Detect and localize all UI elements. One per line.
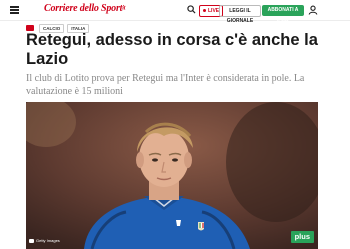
user-account-icon[interactable] (308, 5, 318, 15)
player-photo (26, 102, 318, 249)
article-hero-image[interactable]: Getty Images plus (26, 102, 318, 249)
site-logo[interactable]: Corriere dello Sportit (44, 3, 125, 14)
image-credit-text: Getty Images (36, 238, 60, 243)
read-newspaper-button[interactable]: LEGGI IL GIORNALE (219, 5, 261, 24)
logo-text: Corriere dello Sport (44, 3, 123, 14)
live-label: LIVE (208, 8, 220, 14)
plus-badge[interactable]: plus (290, 231, 314, 243)
search-icon[interactable] (187, 5, 196, 14)
image-credit: Getty Images (29, 238, 60, 243)
hamburger-menu-icon[interactable] (10, 6, 19, 14)
subscribe-button[interactable]: ABBONATI A 0,99€ (262, 5, 304, 24)
article-subtitle: Il club di Lotito prova per Retegui ma l… (26, 73, 305, 97)
top-navigation-bar: Corriere dello Sportit LIVE LEGGI IL GIO… (0, 0, 350, 24)
camera-icon (29, 238, 34, 243)
article-title: Retegui, adesso in corsa c'è anche la La… (26, 31, 318, 68)
live-dot-icon (203, 9, 206, 13)
logo-suffix: it (122, 5, 126, 12)
